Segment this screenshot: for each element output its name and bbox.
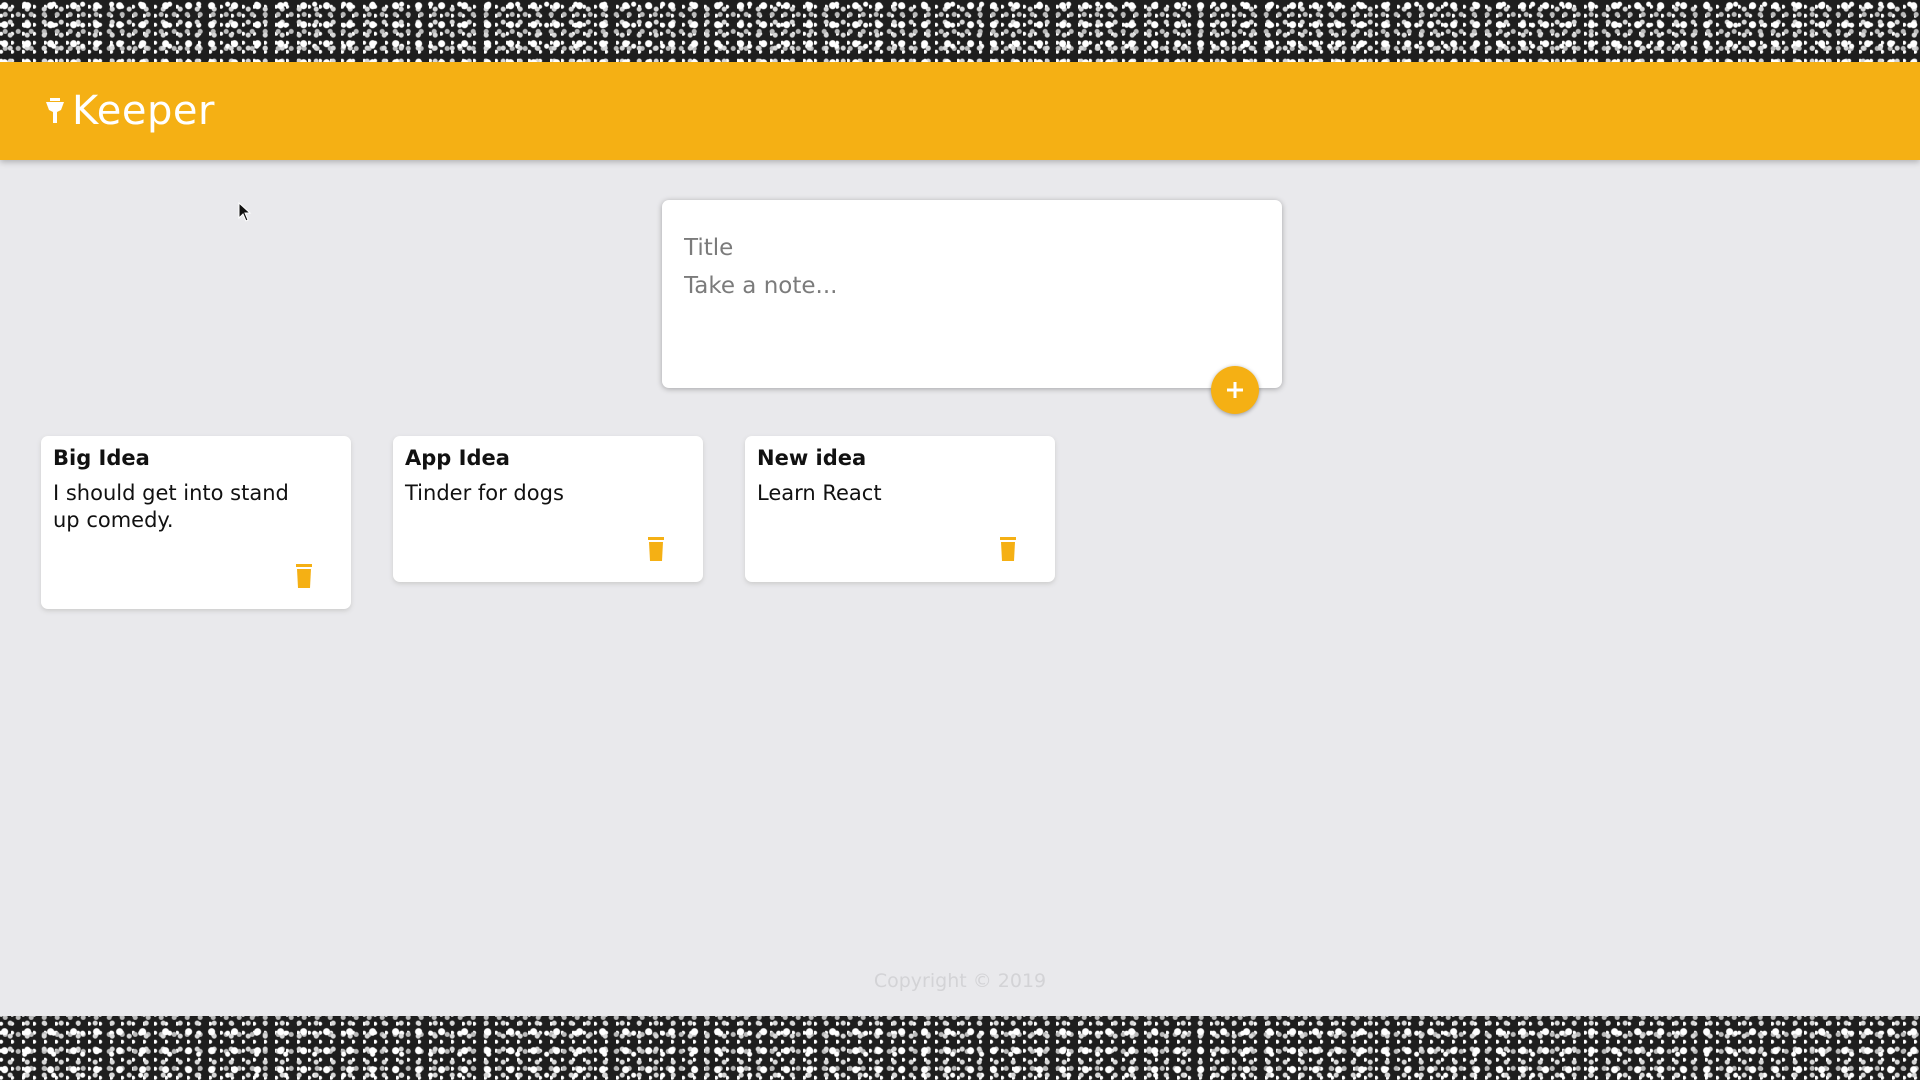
copyright-text: Copyright © 2019 <box>873 970 1047 992</box>
app-logo: Keeper <box>44 88 215 134</box>
highlighter-icon <box>44 96 66 126</box>
note-title: New idea <box>757 446 867 470</box>
delete-note-button[interactable] <box>645 536 667 562</box>
note-card: Big Idea I should get into stand up come… <box>41 436 351 609</box>
note-card: New idea Learn React <box>745 436 1055 582</box>
note-content: Learn React <box>757 481 882 505</box>
delete-icon <box>1000 537 1016 561</box>
delete-note-button[interactable] <box>293 563 315 589</box>
delete-icon <box>648 537 664 561</box>
note-title: Big Idea <box>53 446 150 470</box>
video-frame: Keeper Big Idea I should get into stand … <box>0 0 1920 1080</box>
note-content: Tinder for dogs <box>405 481 564 505</box>
note-content-input[interactable] <box>684 273 1254 363</box>
delete-icon <box>296 564 312 588</box>
add-note-button[interactable] <box>1211 366 1259 414</box>
footer: Copyright © 2019 <box>0 970 1920 992</box>
note-title: App Idea <box>405 446 510 470</box>
plus-icon <box>1227 382 1243 398</box>
note-title-input[interactable] <box>684 230 1254 266</box>
create-note-form <box>662 200 1282 388</box>
app-title: Keeper <box>72 88 215 134</box>
note-card: App Idea Tinder for dogs <box>393 436 703 582</box>
mouse-cursor-icon <box>238 201 252 222</box>
delete-note-button[interactable] <box>997 536 1019 562</box>
note-content: I should get into stand up comedy. <box>53 481 289 532</box>
app-header: Keeper <box>0 62 1920 160</box>
keeper-app: Keeper Big Idea I should get into stand … <box>0 62 1920 1016</box>
